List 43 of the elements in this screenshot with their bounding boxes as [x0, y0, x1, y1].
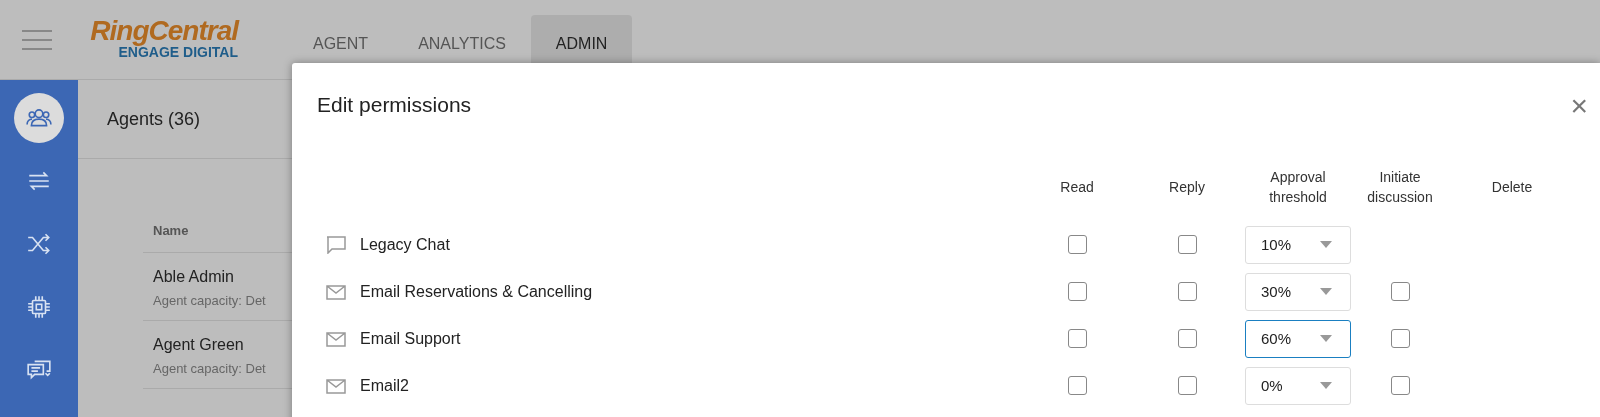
agents-title: Agents (36) — [107, 108, 201, 130]
channel-name: Email Support — [360, 329, 461, 348]
channel-name: Legacy Chat — [360, 235, 450, 254]
caret-icon — [1320, 335, 1332, 342]
column-header: Delete — [1491, 178, 1533, 197]
column-header: Read — [1060, 178, 1094, 197]
envelope-icon — [326, 376, 346, 395]
reply-checkbox[interactable] — [1177, 329, 1197, 348]
people-icon[interactable] — [14, 93, 64, 143]
envelope-icon — [326, 329, 346, 348]
envelope-icon — [326, 282, 346, 301]
threshold-dropdown[interactable]: 10% — [1245, 225, 1351, 264]
channel-name: Email2 — [360, 376, 409, 395]
close-button[interactable]: × — [1570, 92, 1588, 120]
nav-tab[interactable]: AGENT — [288, 15, 394, 79]
nav-tab[interactable]: ANALYTICS — [393, 15, 531, 79]
initiate-checkbox[interactable] — [1390, 376, 1410, 395]
menu-icon[interactable] — [22, 30, 52, 50]
reply-checkbox[interactable] — [1177, 235, 1197, 254]
read-checkbox[interactable] — [1067, 235, 1087, 254]
reply-checkbox[interactable] — [1177, 376, 1197, 395]
read-checkbox[interactable] — [1067, 329, 1087, 348]
dialog-title: Edit permissions — [317, 93, 472, 117]
threshold-dropdown[interactable]: 30% — [1245, 272, 1351, 311]
initiate-checkbox[interactable] — [1390, 282, 1410, 301]
initiate-checkbox[interactable] — [1390, 329, 1410, 348]
column-header: Reply — [1169, 178, 1205, 197]
chat-bubble-icon — [326, 235, 346, 254]
threshold-dropdown[interactable]: 60% — [1245, 319, 1351, 358]
read-checkbox[interactable] — [1067, 282, 1087, 301]
agent-name: Agent Green — [153, 336, 244, 354]
caret-icon — [1320, 382, 1332, 389]
agent-name: Able Admin — [153, 268, 234, 286]
caret-icon — [1320, 288, 1332, 295]
agent-capacity: Agent capacity: Det — [153, 293, 266, 308]
agent-capacity: Agent capacity: Det — [153, 361, 266, 376]
threshold-dropdown[interactable]: 0% — [1245, 366, 1351, 405]
channel-name: Email Reservations & Cancelling — [360, 282, 593, 301]
caret-icon — [1320, 241, 1332, 248]
read-checkbox[interactable] — [1067, 376, 1087, 395]
column-header: Approval threshold — [1268, 168, 1328, 207]
reply-checkbox[interactable] — [1177, 282, 1197, 301]
column-header: Initiate discussion — [1366, 168, 1434, 207]
